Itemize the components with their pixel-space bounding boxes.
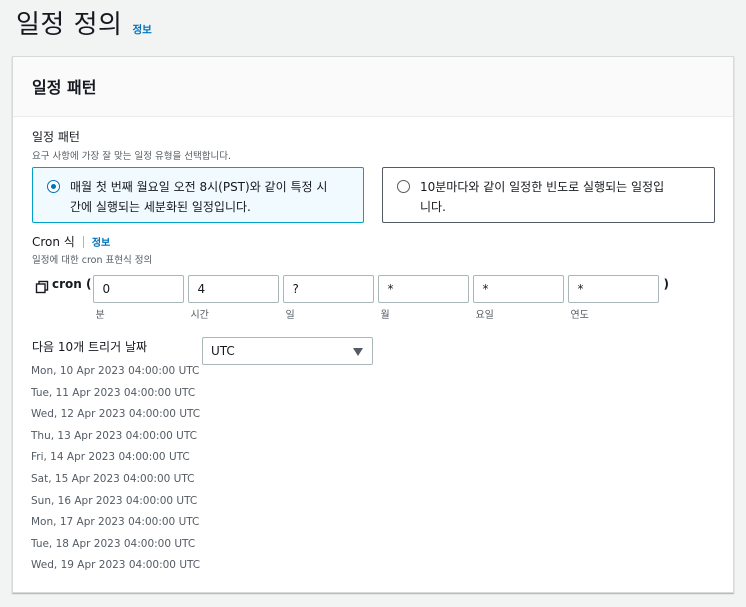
trigger-date: Tue, 18 Apr 2023 04:00:00 UTC [31,537,196,550]
timezone-select[interactable]: UTC [202,337,373,365]
cron-info-link[interactable]: 정보 [92,234,110,249]
cron-field-label: 요일 [475,310,494,321]
trigger-date: Mon, 17 Apr 2023 04:00:00 UTC [31,516,200,529]
trigger-date: Tue, 11 Apr 2023 04:00:00 UTC [31,386,196,399]
trigger-dates-list: Mon, 10 Apr 2023 04:00:00 UTC Tue, 11 Ap… [31,363,200,579]
cron-minutes-input[interactable] [93,275,185,303]
cron-label: Cron 식 [32,235,75,249]
trigger-date: Wed, 19 Apr 2023 04:00:00 UTC [31,559,201,572]
cron-suffix: ) [663,277,669,291]
radio-option-label: 10분마다와 같이 일정한 빈도로 실행되는 일정입 [420,180,665,194]
trigger-date: Fri, 14 Apr 2023 04:00:00 UTC [31,451,190,464]
timezone-value: UTC [211,344,235,358]
caret-down-icon [353,348,363,356]
cron-field-year: 연도 [568,275,660,321]
cron-description: 일정에 대한 cron 표현식 정의 [32,255,153,266]
page-header: 일정 정의 정보 [16,4,152,40]
cron-field-label: 분 [95,310,105,321]
trigger-date: Mon, 10 Apr 2023 04:00:00 UTC [31,365,200,377]
trigger-date: Sun, 16 Apr 2023 04:00:00 UTC [31,494,198,507]
pattern-label: 일정 패턴 [32,130,80,144]
cron-field-day-of-month: 일 [283,275,375,321]
cron-hours-input[interactable] [188,275,280,303]
cron-day-of-week-input[interactable] [473,275,565,303]
trigger-date: Wed, 12 Apr 2023 04:00:00 UTC [31,408,201,421]
next-triggers-label: 다음 10개 트리거 날짜 [32,340,148,354]
cron-year-input[interactable] [568,275,660,303]
divider [82,235,84,248]
trigger-date: Thu, 13 Apr 2023 04:00:00 UTC [31,429,197,442]
schedule-pattern-panel: 일정 패턴 일정 패턴 요구 사항에 가장 잘 맞는 일정 유형을 선택합니다.… [12,56,734,593]
cron-label-row: Cron 식 정보 [32,233,110,250]
radio-icon[interactable] [47,180,60,193]
radio-icon[interactable] [397,180,410,193]
copy-icon[interactable] [35,279,49,294]
radio-option-label: 간에 실행되는 세분화된 일정입니다. [70,200,251,214]
panel-title: 일정 패턴 [13,57,733,117]
trigger-date: Sat, 15 Apr 2023 04:00:00 UTC [31,472,195,485]
radio-option-label: 니다. [420,200,446,214]
radio-option-rate-based[interactable]: 10분마다와 같이 일정한 빈도로 실행되는 일정입 니다. [382,167,715,223]
cron-expression-row: cron ( 분 시간 일 월 요일 연도 ) [35,275,669,321]
pattern-description: 요구 사항에 가장 잘 맞는 일정 유형을 선택합니다. [32,151,231,162]
radio-option-label: 매월 첫 번째 월요일 오전 8시(PST)와 같이 특정 시 [70,180,328,194]
cron-field-hours: 시간 [188,275,280,321]
cron-month-input[interactable] [378,275,470,303]
cron-day-of-month-input[interactable] [283,275,375,303]
cron-field-label: 시간 [190,310,209,321]
info-link[interactable]: 정보 [132,22,151,37]
cron-field-label: 연도 [570,310,589,321]
cron-field-label: 월 [380,310,390,321]
cron-field-label: 일 [285,310,295,321]
cron-field-month: 월 [378,275,470,321]
cron-field-minutes: 분 [93,275,185,321]
cron-prefix: cron ( [52,277,92,291]
cron-field-day-of-week: 요일 [473,275,565,321]
radio-option-fine-grained[interactable]: 매월 첫 번째 월요일 오전 8시(PST)와 같이 특정 시 간에 실행되는 … [32,167,364,223]
page-title: 일정 정의 [16,10,123,40]
